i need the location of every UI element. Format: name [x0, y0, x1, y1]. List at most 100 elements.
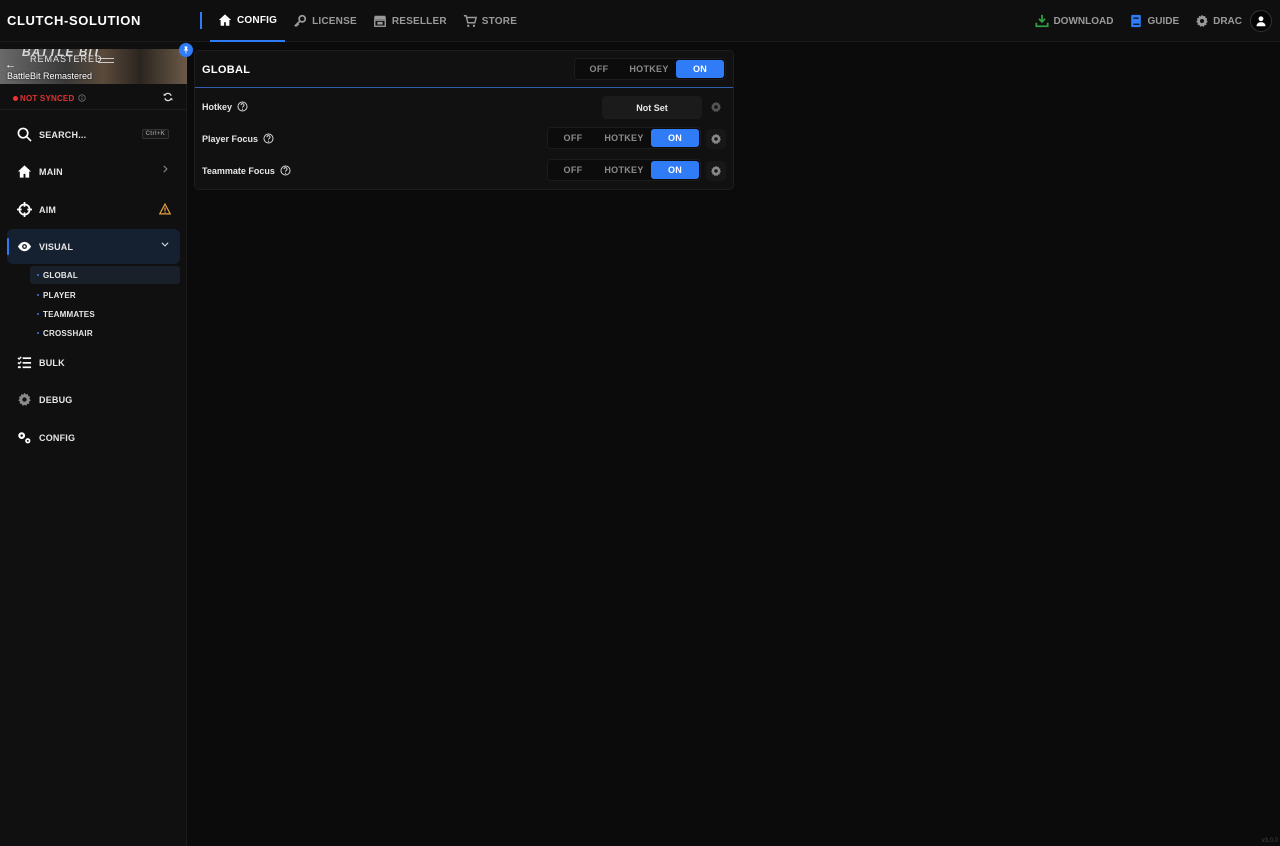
- download-button[interactable]: DOWNLOAD: [1035, 14, 1113, 28]
- game-logo-lines: [98, 58, 114, 63]
- home-icon: [17, 165, 32, 178]
- sidebar-divider: [0, 109, 187, 110]
- gear-icon: [1196, 14, 1208, 27]
- teammate-focus-on-option[interactable]: ON: [651, 161, 699, 179]
- back-arrow-icon[interactable]: ←: [5, 59, 16, 71]
- nav-store[interactable]: STORE: [455, 0, 525, 42]
- panel-title: GLOBAL: [202, 64, 251, 76]
- search-label: SEARCH...: [39, 129, 87, 140]
- nav-reseller-label: RESELLER: [391, 15, 447, 27]
- mode-hotkey-option[interactable]: HOTKEY: [622, 60, 676, 78]
- sidebar-item-label: AIM: [39, 204, 57, 215]
- sidebar-item-debug[interactable]: DEBUG: [7, 382, 180, 417]
- top-right-actions: DOWNLOAD GUIDE DRAC: [1019, 0, 1272, 42]
- sub-bullet: [37, 294, 39, 296]
- guide-button[interactable]: GUIDE: [1129, 14, 1179, 28]
- game-name: BattleBit Remastered: [7, 71, 93, 81]
- sidebar-item-bulk[interactable]: BULK: [7, 345, 180, 380]
- player-focus-label: Player Focus: [202, 133, 259, 144]
- nav-config-label: CONFIG: [237, 14, 278, 26]
- pin-icon[interactable]: [179, 43, 193, 57]
- help-icon[interactable]: [237, 101, 248, 112]
- teammate-focus-off-option[interactable]: OFF: [549, 161, 597, 179]
- store-icon: [373, 15, 386, 27]
- sidebar-subitem-label: PLAYER: [43, 290, 76, 300]
- nav-license[interactable]: LICENSE: [285, 0, 365, 42]
- player-focus-toggle: OFF HOTKEY ON: [547, 127, 701, 149]
- teammate-focus-toggle: OFF HOTKEY ON: [547, 159, 701, 181]
- search-icon: [17, 127, 32, 142]
- eye-icon: [17, 241, 32, 252]
- cart-icon: [463, 15, 477, 27]
- nav-config[interactable]: CONFIG: [210, 0, 286, 42]
- home-icon: [218, 14, 232, 26]
- sidebar-subitem-label: TEAMMATES: [43, 309, 95, 319]
- chevron-right-icon: [163, 165, 168, 173]
- avatar-button[interactable]: [1250, 10, 1272, 32]
- row-teammate-focus: Teammate Focus OFF HOTKEY ON: [195, 156, 733, 186]
- help-icon[interactable]: [280, 165, 291, 176]
- gears-icon: [18, 432, 31, 444]
- sidebar-subitem-label: CROSSHAIR: [43, 328, 93, 338]
- row-label-teammate-focus: Teammate Focus: [202, 165, 291, 176]
- sidebar-item-label: DEBUG: [39, 394, 73, 405]
- download-icon: [1035, 14, 1049, 28]
- sub-bullet: [37, 313, 39, 315]
- row-label-player-focus: Player Focus: [202, 133, 274, 144]
- top-bar: CLUTCH-SOLUTION CONFIG LICENSE RESELLER …: [0, 0, 1280, 42]
- info-icon[interactable]: [78, 94, 87, 102]
- key-icon: [294, 14, 307, 27]
- player-focus-off-option[interactable]: OFF: [549, 129, 597, 147]
- checklist-icon: [17, 356, 32, 369]
- help-icon[interactable]: [263, 133, 274, 144]
- game-logo-subtitle: REMASTERED: [30, 54, 103, 64]
- user-settings-button[interactable]: DRAC: [1195, 14, 1242, 28]
- brand-divider: [200, 12, 202, 29]
- download-label: DOWNLOAD: [1053, 15, 1114, 27]
- guide-label: GUIDE: [1147, 15, 1180, 27]
- teammate-focus-label: Teammate Focus: [202, 165, 275, 176]
- mode-on-option[interactable]: ON: [676, 60, 724, 78]
- sidebar-item-visual[interactable]: VISUAL: [7, 229, 180, 264]
- hotkey-settings-button[interactable]: [706, 97, 726, 117]
- row-player-focus: Player Focus OFF HOTKEY ON: [195, 124, 733, 154]
- sidebar-item-label: CONFIG: [39, 432, 76, 443]
- mode-off-option[interactable]: OFF: [576, 60, 622, 78]
- sidebar-subitem-global[interactable]: GLOBAL: [30, 266, 180, 284]
- row-label-hotkey: Hotkey: [202, 101, 248, 112]
- sidebar-item-label: BULK: [39, 357, 65, 368]
- gear-icon: [18, 392, 31, 406]
- top-nav: CONFIG LICENSE RESELLER STORE: [210, 0, 525, 42]
- game-banner[interactable]: BATTLE BIT REMASTERED ← BattleBit Remast…: [0, 49, 187, 84]
- teammate-focus-settings-button[interactable]: [706, 161, 726, 181]
- sidebar-item-main[interactable]: MAIN: [7, 154, 180, 189]
- nav-license-label: LICENSE: [312, 15, 357, 27]
- player-focus-on-option[interactable]: ON: [651, 129, 699, 147]
- version-label: v3.0.0: [1261, 838, 1278, 844]
- player-focus-hotkey-option[interactable]: HOTKEY: [597, 129, 651, 147]
- row-hotkey: Hotkey Not Set: [195, 92, 733, 122]
- teammate-focus-hotkey-option[interactable]: HOTKEY: [597, 161, 651, 179]
- book-icon: [1131, 14, 1142, 28]
- sidebar-subitem-label: GLOBAL: [43, 270, 78, 280]
- sidebar-item-aim[interactable]: AIM: [7, 192, 180, 227]
- sidebar-search[interactable]: SEARCH... Ctrl+K: [7, 117, 180, 152]
- brand-title: CLUTCH-SOLUTION: [7, 13, 141, 28]
- sidebar-subitem-player[interactable]: PLAYER: [30, 286, 180, 304]
- hotkey-label: Hotkey: [202, 101, 233, 112]
- sidebar-item-config[interactable]: CONFIG: [7, 420, 180, 455]
- nav-reseller[interactable]: RESELLER: [365, 0, 455, 42]
- sidebar-subitem-teammates[interactable]: TEAMMATES: [30, 305, 180, 323]
- sidebar-subitem-crosshair[interactable]: CROSSHAIR: [30, 324, 180, 342]
- player-focus-settings-button[interactable]: [706, 129, 726, 149]
- search-shortcut: Ctrl+K: [141, 129, 169, 139]
- sidebar: BATTLE BIT REMASTERED ← BattleBit Remast…: [0, 42, 193, 846]
- sidebar-item-label: MAIN: [39, 166, 63, 177]
- user-icon: [1256, 16, 1266, 27]
- global-mode-toggle: OFF HOTKEY ON: [574, 58, 726, 80]
- chevron-down-icon: [161, 242, 169, 247]
- gear-icon: [710, 101, 722, 113]
- hotkey-value-button[interactable]: Not Set: [602, 96, 702, 119]
- sync-status-text: NOT SYNCED: [20, 93, 75, 103]
- refresh-icon[interactable]: [163, 92, 173, 102]
